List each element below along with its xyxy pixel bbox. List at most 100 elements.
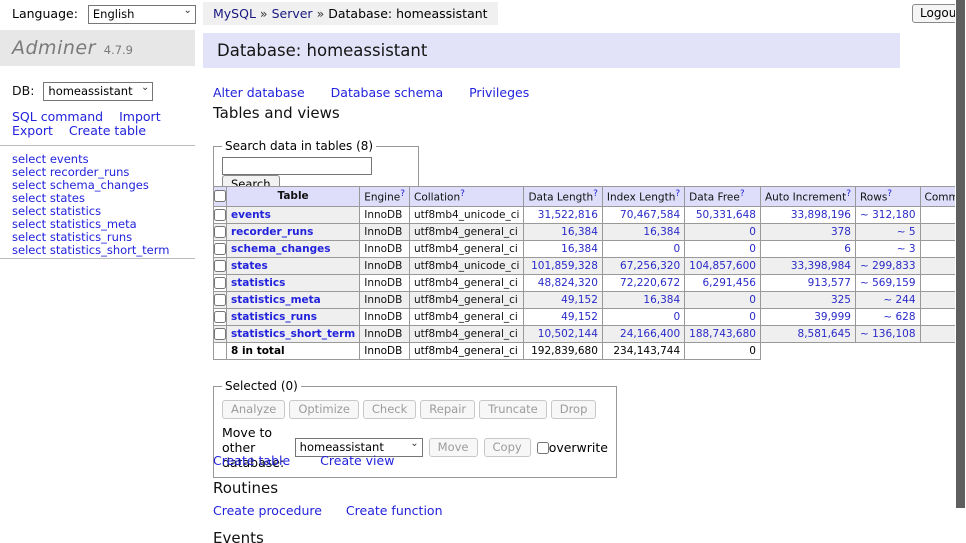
row-checkbox[interactable] [214,226,226,238]
column-help-icon[interactable]: ? [846,189,851,199]
export-link[interactable]: Export [12,123,53,138]
breadcrumb-mysql-link[interactable]: MySQL [213,6,256,21]
language-label: Language: [12,6,78,21]
table-name-link[interactable]: statistics_meta [231,294,321,306]
table-name-link[interactable]: statistics_runs [231,311,317,323]
drop-button[interactable]: Drop [551,400,597,419]
adminer-logo-text: Adminer [12,37,96,59]
table-name-cell: recorder_runs [227,223,360,240]
optimize-button[interactable]: Optimize [289,400,359,419]
privileges-link[interactable]: Privileges [469,85,529,100]
footer-empty-cell [214,342,227,359]
create-view-link[interactable]: Create view [320,453,394,468]
cell-collation: utf8mb4_unicode_ci [410,257,524,274]
column-header-label: Data Length [528,192,593,204]
alter-database-link[interactable]: Alter database [213,85,305,100]
column-header-data-length: Data Length? [524,187,602,207]
row-checkbox[interactable] [214,294,226,306]
cell-index-length: 16,384 [602,291,684,308]
table-name-link[interactable]: statistics [231,277,285,289]
select-all-checkbox[interactable] [214,190,226,202]
cell-index-length: 16,384 [602,223,684,240]
import-link[interactable]: Import [119,109,161,124]
column-help-icon[interactable]: ? [460,189,465,199]
database-schema-link[interactable]: Database schema [331,85,443,100]
select-table-link[interactable]: select statistics_short_term [12,244,195,257]
scrollbar-thumb[interactable] [956,0,965,508]
table-name-link[interactable]: states [231,260,268,272]
table-row: recorder_runs InnoDButf8mb4_general_ci 16,… [214,223,966,240]
create-function-link[interactable]: Create function [346,503,443,518]
page-scrollbar[interactable] [955,0,966,543]
table-row: statistics_metaInnoDButf8mb4_general_ci4… [214,291,966,308]
cell-auto-increment: 325 [760,291,855,308]
overwrite-option: overwrite [537,440,608,455]
column-header-index-length: Index Length? [602,187,684,207]
column-help-icon[interactable]: ? [675,189,680,199]
cell-engine: InnoDB [360,223,410,240]
row-checkbox[interactable] [214,277,226,289]
db-select[interactable]: homeassistant [43,82,153,101]
cell-engine: InnoDB [360,240,410,257]
table-name-link[interactable]: events [231,209,271,221]
overwrite-checkbox[interactable] [537,442,549,454]
table-name-link[interactable]: statistics_short_term [231,328,355,340]
database-action-links: Alter database Database schema Privilege… [213,85,551,100]
row-checkbox[interactable] [214,328,226,340]
row-checkbox-cell [214,291,227,308]
column-header-engine: Engine? [360,187,410,207]
table-row: schema_changesInnoDButf8mb4_general_ci16… [214,240,966,257]
sidebar-actions: SQL command Import Export Create table [12,110,190,138]
truncate-button[interactable]: Truncate [479,400,547,419]
table-name-link[interactable]: recorder_runs [231,226,313,238]
check-button[interactable]: Check [363,400,416,419]
row-checkbox-cell [214,206,227,223]
column-help-icon[interactable]: ? [740,189,745,199]
overwrite-label: overwrite [549,440,608,455]
create-table-link[interactable]: Create table [213,453,290,468]
create-procedure-link[interactable]: Create procedure [213,503,322,518]
page-title: Database: homeassistant [203,33,900,68]
cell-index-length: 67,256,320 [602,257,684,274]
cell-data-length: 10,502,144 [524,325,602,342]
row-checkbox[interactable] [214,243,226,255]
cell-data-length: 49,152 [524,308,602,325]
row-checkbox-cell [214,274,227,291]
column-help-icon[interactable]: ? [887,189,892,199]
repair-button[interactable]: Repair [420,400,475,419]
analyze-button[interactable]: Analyze [222,400,285,419]
table-row: statisticsInnoDButf8mb4_general_ci48,824… [214,274,966,291]
cell-auto-increment: 6 [760,240,855,257]
cell-data-free: 0 [685,291,761,308]
language-select[interactable]: English [88,5,196,24]
column-header-label: Rows [860,192,887,204]
move-button[interactable]: Move [429,438,478,457]
create-table-sidebar-link[interactable]: Create table [69,123,146,138]
cell-collation: utf8mb4_general_ci [410,223,524,240]
sql-command-link[interactable]: SQL command [12,109,103,124]
column-help-icon[interactable]: ? [593,189,598,199]
row-checkbox[interactable] [214,260,226,272]
column-header-label: Index Length [607,192,675,204]
row-checkbox[interactable] [214,311,226,323]
column-header-data-free: Data Free? [685,187,761,207]
cell-data-length: 16,384 [524,240,602,257]
cell-collation: utf8mb4_general_ci [410,274,524,291]
row-checkbox[interactable] [214,209,226,221]
cell-collation: utf8mb4_general_ci [410,291,524,308]
table-name-cell: statistics [227,274,360,291]
search-input[interactable] [222,157,372,175]
language-row: Language: English [12,5,196,24]
cell-rows: ~ 299,833 [855,257,920,274]
cell-engine: InnoDB [360,308,410,325]
table-name-link[interactable]: schema_changes [231,243,331,255]
column-header-label: Data Free [689,192,740,204]
footer-engine: InnoDB [360,342,410,359]
footer-data-length: 192,839,680 [524,342,602,359]
footer-total: 8 in total [227,342,360,359]
breadcrumb-server-link[interactable]: Server [272,6,313,21]
row-checkbox-cell [214,223,227,240]
cell-data-free: 0 [685,223,761,240]
column-help-icon[interactable]: ? [400,189,405,199]
copy-button[interactable]: Copy [484,438,531,457]
